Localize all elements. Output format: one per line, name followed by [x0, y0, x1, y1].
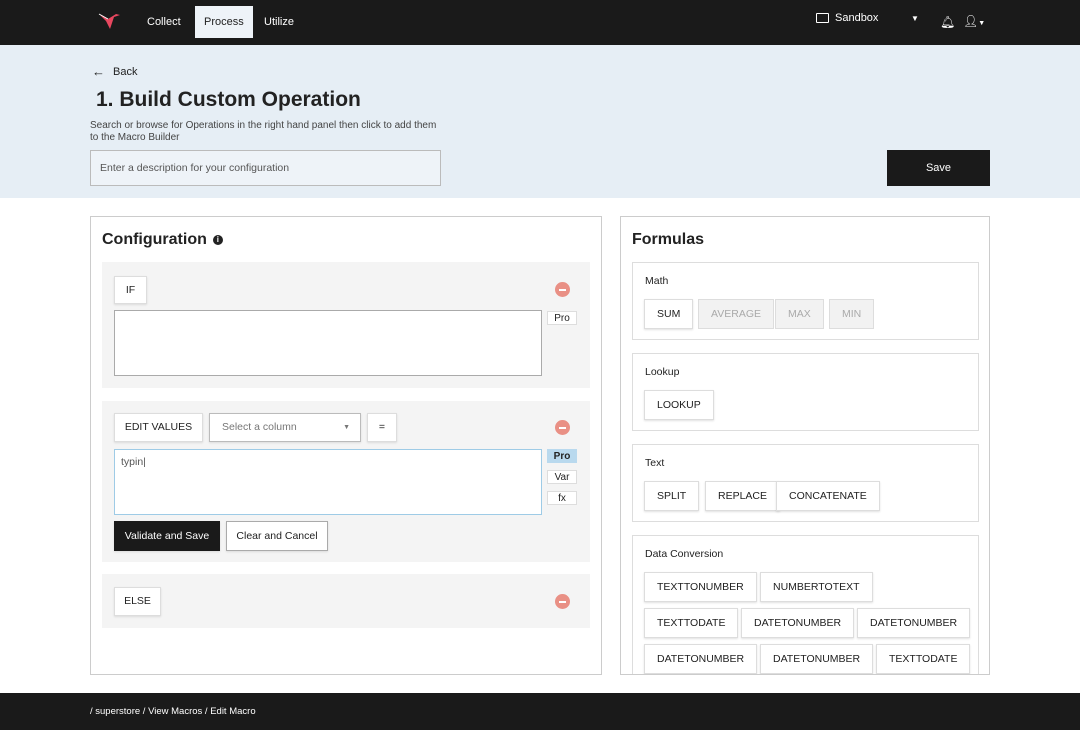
back-link[interactable]: ← Back	[92, 64, 137, 79]
formula-datetonumber[interactable]: DATETONUMBER	[741, 608, 855, 638]
if-block: IF Pro	[102, 262, 590, 388]
pro-button[interactable]: Pro	[547, 449, 577, 463]
formula-min[interactable]: MIN	[829, 299, 875, 329]
value-input[interactable]: typin|	[114, 449, 542, 515]
user-menu-icon[interactable]: 👤︎▼	[963, 14, 985, 28]
info-icon[interactable]: i	[212, 235, 223, 245]
configuration-panel: Configuration i IF Pro EDIT VALUES Select…	[90, 216, 602, 675]
edit-values-button[interactable]: EDIT VALUES	[114, 413, 203, 442]
bell-icon[interactable]: 🔔︎	[940, 15, 955, 29]
formula-datetonumber[interactable]: DATETONUMBER	[760, 644, 874, 674]
remove-icon[interactable]	[555, 594, 570, 609]
formula-texttodate[interactable]: TEXTTODATE	[644, 608, 739, 638]
nav-collect[interactable]: Collect	[138, 6, 190, 38]
configuration-title: Configuration	[102, 231, 207, 248]
formula-average[interactable]: AVERAGE	[698, 299, 774, 329]
footer-breadcrumb: / superstore / View Macros / Edit Macro	[0, 693, 1080, 730]
formula-numbertotext[interactable]: NUMBERTOTEXT	[760, 572, 873, 602]
workspace-label: Sandbox	[835, 12, 879, 24]
formula-replace[interactable]: REPLACE	[705, 481, 781, 511]
remove-icon[interactable]	[555, 420, 570, 435]
remove-icon[interactable]	[555, 282, 570, 297]
formula-texttodate[interactable]: TEXTTODATE	[876, 644, 971, 674]
workspace-selector[interactable]: Sandbox ▼	[816, 12, 919, 24]
top-nav: Collect Process Utilize Sandbox ▼ 🔔︎ 👤︎▼	[0, 0, 1080, 45]
caret-down-icon: ▼	[343, 424, 350, 431]
formulas-panel: Formulas Math SUM AVERAGE MAX MIN Lookup…	[620, 216, 990, 675]
folder-icon	[816, 13, 829, 23]
arrow-left-icon: ←	[92, 64, 105, 79]
column-select[interactable]: Select a column ▼	[209, 413, 361, 442]
formula-texttonumber[interactable]: TEXTTONUMBER	[644, 572, 757, 602]
page-subtitle: Search or browse for Operations in the r…	[90, 120, 437, 143]
validate-and-save-button[interactable]: Validate and Save	[114, 521, 220, 551]
formula-group-data-conversion: Data Conversion TEXTTONUMBER NUMBERTOTEX…	[632, 535, 979, 674]
formula-sum[interactable]: SUM	[644, 299, 694, 329]
formula-split[interactable]: SPLIT	[644, 481, 700, 511]
pro-button[interactable]: Pro	[547, 311, 577, 325]
group-title: Data Conversion	[645, 548, 724, 560]
if-button[interactable]: IF	[114, 276, 147, 304]
chevron-down-icon: ▼	[911, 13, 919, 23]
back-label: Back	[113, 65, 138, 78]
formula-group-lookup: Lookup LOOKUP	[632, 353, 979, 431]
formula-group-text: Text SPLIT REPLACE CONCATENATE	[632, 444, 979, 522]
formula-group-math: Math SUM AVERAGE MAX MIN	[632, 262, 979, 340]
formula-datetonumber[interactable]: DATETONUMBER	[644, 644, 758, 674]
fx-button[interactable]: fx	[547, 491, 577, 505]
edit-values-block: EDIT VALUES Select a column ▼ = typin| Pr…	[102, 401, 590, 562]
var-button[interactable]: Var	[547, 470, 577, 484]
page-title: 1. Build Custom Operation	[96, 88, 361, 111]
group-title: Text	[645, 457, 665, 469]
nav-utilize[interactable]: Utilize	[255, 6, 303, 38]
description-input[interactable]: Enter a description for your configurati…	[90, 150, 441, 186]
if-condition-input[interactable]	[114, 310, 542, 376]
formula-lookup[interactable]: LOOKUP	[644, 390, 714, 420]
logo-icon[interactable]	[98, 11, 122, 33]
save-button[interactable]: Save	[887, 150, 990, 186]
formulas-title: Formulas	[632, 231, 705, 248]
group-title: Lookup	[645, 366, 680, 378]
group-title: Math	[645, 275, 669, 287]
column-select-placeholder: Select a column	[222, 421, 297, 433]
operator-button[interactable]: =	[367, 413, 397, 442]
formula-max[interactable]: MAX	[775, 299, 824, 329]
formula-datetonumber[interactable]: DATETONUMBER	[857, 608, 971, 638]
nav-process[interactable]: Process	[195, 6, 253, 38]
formula-concatenate[interactable]: CONCATENATE	[776, 481, 880, 511]
else-button[interactable]: ELSE	[114, 587, 161, 616]
clear-and-cancel-button[interactable]: Clear and Cancel	[226, 521, 328, 551]
else-block: ELSE	[102, 574, 590, 628]
